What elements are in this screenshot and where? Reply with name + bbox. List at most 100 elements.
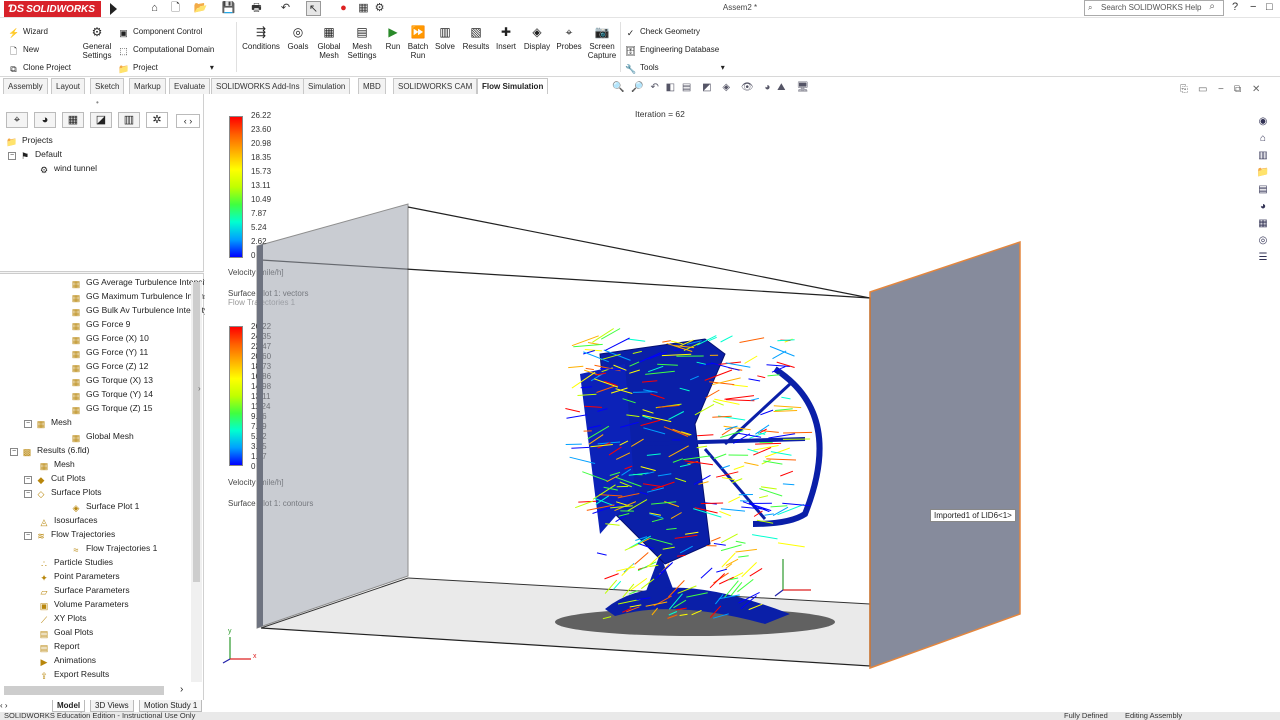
tab-flow-simulation[interactable]: Flow Simulation [477, 78, 549, 94]
tree-item[interactable]: ▶ Animations [38, 653, 97, 667]
tree-item[interactable]: ✦ Point Parameters [38, 569, 119, 583]
tree-item[interactable]: − ◆ Cut Plots [24, 471, 86, 485]
insert-button[interactable]: ✚ Insert [493, 24, 519, 51]
tab-scroll-arrows[interactable]: ‹ › [176, 114, 200, 128]
tree-item[interactable]: ▦ GG Torque (X) 13 [70, 373, 153, 387]
tools-button[interactable]: 🔧 Tools ▾ [625, 60, 725, 76]
tab-scroll-icon[interactable]: ‹ › [0, 701, 8, 710]
file-explorer-icon[interactable]: ▥ [1256, 149, 1270, 163]
view-orientation-icon[interactable]: ◩ [702, 82, 711, 93]
help-icon[interactable]: ? [1232, 1, 1238, 13]
tree-item[interactable]: − ▦ Mesh [24, 415, 72, 429]
rebuild-icon[interactable]: ▦ [356, 1, 371, 16]
results-button[interactable]: ▧ Results [461, 24, 491, 51]
tree-item[interactable]: ▦ GG Force 9 [70, 317, 131, 331]
collapse-icon[interactable]: − [8, 152, 16, 160]
save-icon[interactable]: 💾 [221, 1, 236, 16]
tab-solidworks-cam[interactable]: SOLIDWORKS CAM [393, 78, 478, 94]
solidworks-forum-icon[interactable]: ◎ [1256, 234, 1270, 248]
minimize-icon[interactable]: − [1250, 1, 1256, 13]
component-control-button[interactable]: ▣ Component Control [118, 24, 202, 40]
tree-item[interactable]: ▣ Volume Parameters [38, 597, 129, 611]
viewport-close-icon[interactable]: ✕ [1252, 84, 1260, 95]
wind-tunnel-3d-scene[interactable] [205, 94, 1250, 700]
print-icon[interactable]: 🖶 [249, 1, 264, 16]
check-geometry-button[interactable]: ✓ Check Geometry [625, 24, 700, 40]
select-arrow-icon[interactable]: ↖ [306, 1, 321, 16]
tree-item[interactable]: ▦ GG Torque (Z) 15 [70, 401, 153, 415]
tree-item[interactable]: ⇪ Export Results [38, 667, 109, 681]
tree-scrollbar[interactable] [191, 282, 202, 682]
conditions-button[interactable]: ⇶ Conditions [240, 24, 282, 51]
general-settings-button[interactable]: ⚙ General Settings [80, 24, 114, 60]
solidworks-resources-icon[interactable]: ◉ [1256, 115, 1270, 129]
menu-expand-arrow-icon[interactable] [110, 3, 117, 15]
file-folder-icon[interactable]: 📁 [1256, 166, 1270, 180]
tree-item[interactable]: ▤ Report [38, 639, 80, 653]
tree-item[interactable]: ▦ GG Force (X) 10 [70, 331, 149, 345]
probes-button[interactable]: ⌖ Probes [555, 24, 583, 51]
tab-sketch[interactable]: Sketch [90, 78, 125, 94]
tree-item[interactable]: ◈ Surface Plot 1 [70, 499, 140, 513]
display-manager-tab-icon[interactable]: ▥ [118, 112, 140, 128]
new-document-icon[interactable]: 🗋 [168, 1, 183, 16]
tree-item[interactable]: − ◇ Surface Plots [24, 485, 102, 499]
tree-item[interactable]: − ▩ Results (6.fld) [10, 443, 89, 457]
wizard-button[interactable]: ⚡ Wizard [8, 24, 48, 40]
appearance-icon[interactable]: ◕ [764, 82, 770, 93]
flow-analysis-tab-icon[interactable]: ✲ [146, 112, 168, 128]
tree-item[interactable]: ≈ Flow Trajectories 1 [70, 541, 158, 555]
global-mesh-button[interactable]: ▦ Global Mesh [314, 24, 344, 60]
search-input[interactable]: ⌕ Search SOLIDWORKS Help ⌕ [1084, 0, 1224, 16]
graphics-area[interactable]: Iteration = 62 26.22 23.60 20.98 18.35 15.73… [205, 94, 1250, 700]
task-list-icon[interactable]: ☰ [1256, 251, 1270, 265]
tree-item[interactable]: ∴ Particle Studies [38, 555, 113, 569]
clone-project-button[interactable]: ⧉ Clone Project [8, 60, 71, 76]
tree-item[interactable]: ▱ Surface Parameters [38, 583, 130, 597]
feature-tree-tab-icon[interactable]: ⌖ [6, 112, 28, 128]
open-icon[interactable]: 📂 [193, 1, 208, 16]
panel-grip[interactable]: • [96, 98, 99, 107]
dynamic-annotation-icon[interactable]: ▤ [682, 82, 691, 93]
collapse-icon[interactable]: − [24, 476, 32, 484]
new-project-button[interactable]: 🗋 New [8, 42, 39, 58]
tab-mbd[interactable]: MBD [358, 78, 386, 94]
previous-view-icon[interactable]: ↶ [650, 82, 658, 93]
tree-item[interactable]: ▦ GG Torque (Y) 14 [70, 387, 153, 401]
custom-properties-icon[interactable]: ▦ [1256, 217, 1270, 231]
tab-evaluate[interactable]: Evaluate [169, 78, 211, 94]
property-manager-tab-icon[interactable]: ◕ [34, 112, 56, 128]
configuration-tab-icon[interactable]: ▦ [62, 112, 84, 128]
batch-run-button[interactable]: ⏩ Batch Run [405, 24, 431, 60]
panel-splitter[interactable] [0, 271, 204, 274]
scroll-right-icon[interactable]: › [180, 684, 183, 695]
tab-layout[interactable]: Layout [51, 78, 86, 94]
tree-item[interactable]: ▤ Goal Plots [38, 625, 93, 639]
options-gear-icon[interactable]: ⚙ [372, 1, 387, 16]
tree-item[interactable]: ▦ GG Maximum Turbulence Intens [70, 289, 209, 303]
tree-item[interactable]: ▦ GG Force (Y) 11 [70, 345, 148, 359]
tab-addins[interactable]: SOLIDWORKS Add-Ins [211, 78, 305, 94]
project-button[interactable]: 📁 Project ▾ [118, 60, 214, 76]
computational-domain-button[interactable]: ⬚ Computational Domain [118, 42, 214, 58]
goals-button[interactable]: ◎ Goals [285, 24, 311, 51]
appearances-icon[interactable]: ◕ [1256, 200, 1270, 214]
tree-item[interactable]: ⟋ XY Plots [38, 611, 87, 625]
mesh-settings-button[interactable]: ▤ Mesh Settings [346, 24, 378, 60]
collapse-icon[interactable]: − [24, 490, 32, 498]
solve-button[interactable]: ▥ Solve [433, 24, 457, 51]
display-settings-icon[interactable]: 🖥 [796, 82, 809, 93]
collapse-icon[interactable]: − [24, 532, 32, 540]
tree-item[interactable]: − ≋ Flow Trajectories [24, 527, 115, 541]
display-button[interactable]: ◈ Display [522, 24, 552, 51]
solidworks-logo[interactable]: ƊS SOLIDWORKS [4, 1, 101, 17]
section-view-icon[interactable]: ◧ [666, 82, 675, 93]
panel-collapse-icon[interactable]: › [198, 384, 201, 393]
undo-icon[interactable]: ↶ [278, 1, 293, 16]
zoom-area-icon[interactable]: 🔎 [631, 82, 643, 93]
tree-item-wind-tunnel[interactable]: ⚙ wind tunnel [38, 161, 97, 175]
tab-simulation[interactable]: Simulation [303, 78, 351, 94]
tree-item[interactable]: ▦ Global Mesh [70, 429, 134, 443]
tree-item[interactable]: ▦ GG Force (Z) 12 [70, 359, 149, 373]
tab-markup[interactable]: Markup [129, 78, 166, 94]
